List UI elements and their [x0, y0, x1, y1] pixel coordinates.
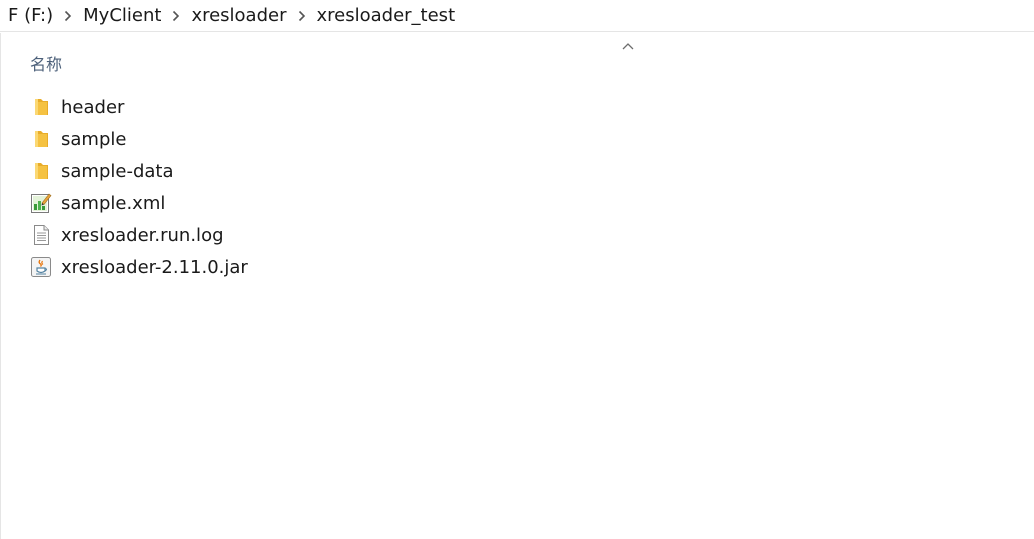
- file-name: sample-data: [61, 160, 174, 182]
- breadcrumb-item-drive[interactable]: F (F:): [8, 5, 53, 26]
- chevron-right-icon[interactable]: [161, 0, 191, 32]
- file-name: header: [61, 96, 125, 118]
- folder-icon: [30, 127, 52, 151]
- jar-file-icon: [30, 255, 52, 279]
- chevron-right-icon[interactable]: [53, 0, 83, 32]
- list-item[interactable]: sample-data: [30, 155, 930, 187]
- breadcrumb: F (F:) MyClient xresloader xresloader_te…: [0, 0, 1034, 32]
- file-name: sample.xml: [61, 192, 166, 214]
- folder-icon: [30, 159, 52, 183]
- xml-file-icon: [30, 191, 52, 215]
- file-name: sample: [61, 128, 127, 150]
- chevron-right-icon[interactable]: [287, 0, 317, 32]
- breadcrumb-item-xresloader-test[interactable]: xresloader_test: [317, 5, 456, 26]
- file-list: header sample sample-data sample.xml xre…: [30, 91, 930, 283]
- list-item[interactable]: xresloader.run.log: [30, 219, 930, 251]
- text-file-icon: [30, 223, 52, 247]
- file-name: xresloader-2.11.0.jar: [61, 256, 248, 278]
- list-item[interactable]: header: [30, 91, 930, 123]
- breadcrumb-item-xresloader[interactable]: xresloader: [191, 5, 286, 26]
- sort-ascending-icon[interactable]: [621, 36, 635, 50]
- folder-icon: [30, 95, 52, 119]
- list-item[interactable]: sample.xml: [30, 187, 930, 219]
- list-item[interactable]: sample: [30, 123, 930, 155]
- file-name: xresloader.run.log: [61, 224, 224, 246]
- file-list-pane: 名称 header sample sample-data sample.xml …: [0, 33, 1034, 539]
- list-item[interactable]: xresloader-2.11.0.jar: [30, 251, 930, 283]
- column-header-name[interactable]: 名称: [30, 51, 62, 75]
- breadcrumb-item-myclient[interactable]: MyClient: [83, 5, 161, 26]
